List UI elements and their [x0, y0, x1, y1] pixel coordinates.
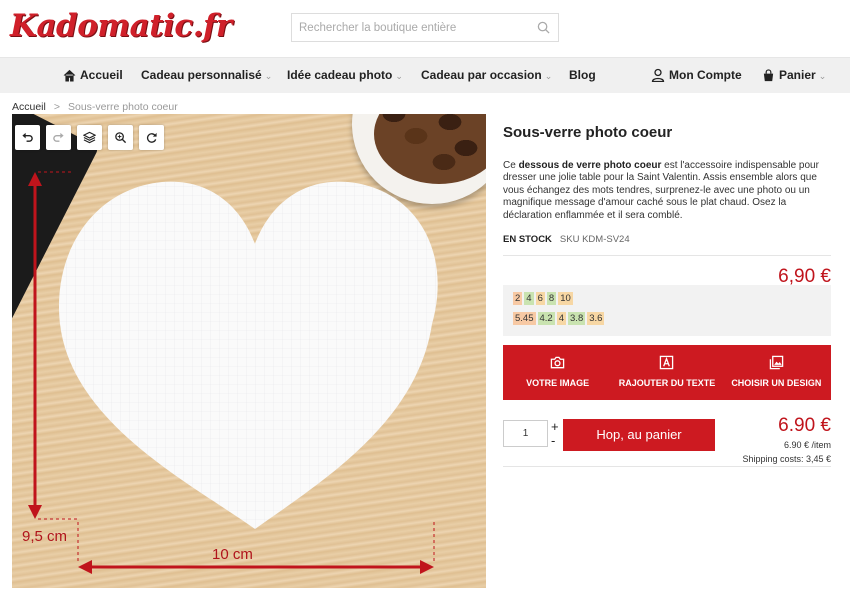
customize-actions: VOTRE IMAGE RAJOUTER DU TEXTE CHOISIR UN… — [503, 345, 831, 400]
nav-label: Cadeau personnalisé — [141, 68, 262, 82]
product-description: Ce dessous de verre photo coeur est l'ac… — [503, 160, 831, 222]
nav-label: Idée cadeau photo — [287, 68, 393, 82]
width-dimension-arrow — [77, 522, 435, 574]
redo-button[interactable] — [46, 125, 71, 150]
divider — [503, 255, 831, 256]
stock-info: EN STOCK SKU KDM-SV24 — [503, 234, 630, 245]
add-to-cart-button[interactable]: Hop, au panier — [563, 419, 715, 451]
heart-coaster-area[interactable] — [12, 114, 486, 588]
shopping-bag-icon — [763, 69, 774, 82]
action-label: CHOISIR UN DESIGN — [731, 378, 822, 388]
site-logo[interactable]: Kadomatic.fr — [10, 8, 232, 44]
chevron-down-icon: ⌄ — [264, 71, 273, 81]
nav-cart[interactable]: Panier ⌄ — [762, 68, 826, 82]
home-icon — [63, 69, 76, 82]
designer-toolbar — [15, 125, 164, 150]
quantity-decrease-button[interactable]: - — [551, 434, 555, 447]
search-icon[interactable] — [537, 21, 550, 34]
tier-quantities: 2 4 6 8 10 — [513, 292, 573, 305]
tier-qty: 8 — [546, 292, 557, 305]
add-text-button[interactable]: RAJOUTER DU TEXTE — [612, 345, 721, 400]
action-label: RAJOUTER DU TEXTE — [618, 378, 716, 388]
undo-icon — [22, 132, 33, 142]
camera-icon — [550, 356, 565, 369]
nav-account-label: Mon Compte — [669, 68, 742, 82]
chevron-down-icon: ⌄ — [395, 71, 403, 81]
nav-cart-label: Panier — [779, 68, 816, 82]
nav-blog[interactable]: Blog — [569, 68, 596, 82]
rotate-button[interactable] — [139, 125, 164, 150]
nav-cadeau-personnalise[interactable]: Cadeau personnalisé ⌄ — [141, 68, 272, 82]
divider — [503, 466, 831, 467]
nav-home[interactable]: Accueil — [63, 68, 123, 82]
breadcrumb-current: Sous-verre photo coeur — [68, 101, 178, 113]
breadcrumb-home[interactable]: Accueil — [12, 101, 46, 113]
upload-image-button[interactable]: VOTRE IMAGE — [503, 345, 612, 400]
action-label: VOTRE IMAGE — [526, 378, 590, 388]
main-nav: Accueil Cadeau personnalisé ⌄ Idée cadeau… — [0, 57, 850, 93]
breadcrumb-separator: > — [53, 101, 60, 113]
layers-icon — [83, 131, 96, 144]
search-input[interactable] — [292, 14, 528, 41]
desc-text: Ce — [503, 160, 519, 171]
tier-price: 4 — [556, 312, 567, 325]
tier-prices: 5.45 4.2 4 3.8 3.6 — [513, 312, 605, 325]
tier-qty: 2 — [513, 292, 523, 305]
layers-button[interactable] — [77, 125, 102, 150]
tier-pricing: 2 4 6 8 10 5.45 4.2 4 3.8 3.6 — [503, 285, 831, 336]
total-price: 6.90 € — [778, 415, 831, 436]
undo-button[interactable] — [15, 125, 40, 150]
zoom-icon — [115, 132, 127, 144]
redo-icon — [53, 132, 64, 142]
image-icon — [769, 355, 784, 370]
coaster-canvas — [12, 114, 486, 588]
search-box — [291, 13, 559, 42]
tier-price: 3.6 — [587, 312, 605, 325]
choose-design-button[interactable]: CHOISIR UN DESIGN — [722, 345, 831, 400]
tier-price: 5.45 — [513, 312, 536, 325]
tier-qty: 6 — [535, 292, 545, 305]
nav-home-label: Accueil — [80, 68, 123, 82]
nav-idee-cadeau-photo[interactable]: Idée cadeau photo ⌄ — [287, 68, 403, 82]
chevron-down-icon: ⌄ — [818, 71, 827, 81]
user-icon — [651, 68, 665, 83]
zoom-button[interactable] — [108, 125, 133, 150]
quantity-increase-button[interactable]: + — [551, 420, 559, 433]
unit-price: 6.90 € /item — [783, 440, 831, 450]
quantity-input[interactable]: 1 — [503, 420, 548, 447]
text-icon — [660, 355, 674, 370]
width-label: 10 cm — [212, 546, 253, 563]
shipping-cost: Shipping costs: 3,45 € — [742, 454, 831, 464]
product-designer[interactable]: 9,5 cm 10 cm — [12, 114, 486, 588]
breadcrumb: Accueil > Sous-verre photo coeur — [12, 101, 178, 113]
tier-qty: 4 — [524, 292, 534, 305]
height-label: 9,5 cm — [22, 528, 68, 545]
nav-label: Blog — [569, 68, 596, 82]
chevron-down-icon: ⌄ — [544, 71, 553, 81]
nav-cadeau-par-occasion[interactable]: Cadeau par occasion ⌄ — [421, 68, 552, 82]
product-title: Sous-verre photo coeur — [503, 124, 673, 141]
nav-label: Cadeau par occasion — [421, 68, 542, 82]
nav-account[interactable]: Mon Compte — [651, 68, 742, 83]
tier-qty: 10 — [558, 292, 573, 305]
tier-price: 4.2 — [537, 312, 555, 325]
product-sku: SKU KDM-SV24 — [559, 234, 630, 245]
stock-status: EN STOCK — [503, 234, 552, 245]
tier-price: 3.8 — [568, 312, 586, 325]
desc-bold-text: dessous de verre photo coeur — [518, 160, 662, 171]
rotate-icon — [146, 132, 157, 143]
